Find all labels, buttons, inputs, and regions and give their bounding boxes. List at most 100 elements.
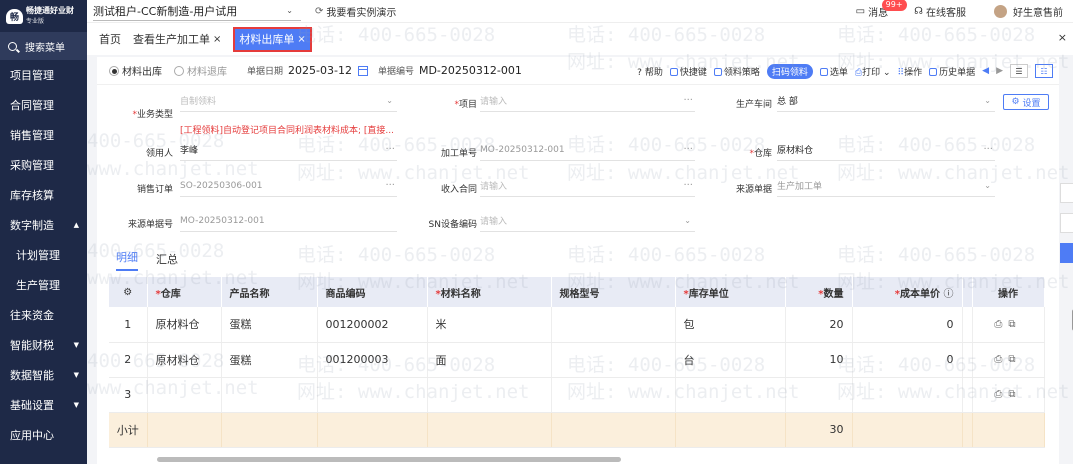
cell-warehouse[interactable]: 原材料仓 <box>147 307 222 343</box>
more-icon[interactable]: ··· <box>683 180 693 191</box>
side-note-icon[interactable] <box>1060 183 1073 203</box>
cell-spec[interactable] <box>551 342 676 378</box>
workshop-select[interactable]: 总 部 ⌄ <box>777 90 995 112</box>
prev-arrow-icon[interactable]: ◀ <box>982 66 989 76</box>
sales-order-input[interactable]: SO-20250306-001 ··· <box>180 175 397 197</box>
menu-search-button[interactable]: 搜索菜单 <box>0 32 87 60</box>
cell-product[interactable] <box>221 377 318 413</box>
strategy-button[interactable]: 领料策略 <box>713 65 760 78</box>
biz-type-select[interactable]: 自制领料 ⌄ <box>180 90 397 112</box>
tab-summary[interactable]: 汇总 <box>156 251 178 271</box>
column-settings-icon[interactable]: ⚙ <box>109 277 148 307</box>
radio-material-return[interactable]: 材料退库 <box>174 63 227 78</box>
source-no-input[interactable]: MO-20250312-001 <box>180 210 397 232</box>
brand-logo[interactable]: 畅 畅捷通好业财 专业版 <box>0 0 87 32</box>
tab-view-production-order[interactable]: 查看生产加工单 × <box>133 31 221 47</box>
cell-unit[interactable] <box>675 377 786 413</box>
radio-material-out[interactable]: 材料出库 <box>109 63 162 78</box>
table-row[interactable]: 2 原材料仓 蛋糕 001200003 面 台 10 0 ⎙⧉ <box>109 342 1045 378</box>
nav-item-sales[interactable]: 销售管理 <box>0 120 87 150</box>
row-actions[interactable]: ⎙⧉ <box>972 307 1045 343</box>
help-button[interactable]: ? 帮助 <box>637 65 663 78</box>
select-button[interactable]: 选单 <box>819 65 848 78</box>
date-value[interactable]: 2025-03-12 <box>288 64 352 77</box>
cell-product[interactable]: 蛋糕 <box>221 307 318 343</box>
project-input[interactable]: 请输入 ··· <box>480 90 695 112</box>
side-chart-icon[interactable] <box>1060 243 1073 263</box>
calendar-icon[interactable] <box>357 65 368 76</box>
cell-qty[interactable] <box>785 377 853 413</box>
online-service-button[interactable]: ☊ 在线客服 <box>914 4 966 19</box>
cell-product[interactable]: 蛋糕 <box>221 342 318 378</box>
subtotal-empty <box>427 412 552 448</box>
more-icon[interactable]: ··· <box>683 144 693 155</box>
nav-item-settings[interactable]: 基础设置 ▼ <box>0 390 87 420</box>
messages-button[interactable]: ▭ 消息 99+ <box>856 0 907 19</box>
row-actions[interactable]: ⎙⧉ <box>972 377 1045 413</box>
cell-warehouse[interactable]: 原材料仓 <box>147 342 222 378</box>
income-contract-input[interactable]: 请输入 ··· <box>480 175 695 197</box>
nav-item-production[interactable]: 生产管理 <box>0 270 87 300</box>
print-button[interactable]: ⎙打印 ⌄ <box>855 65 891 78</box>
source-doc-select[interactable]: 生产加工单 ⌄ <box>777 175 995 197</box>
demo-link[interactable]: ⟳ 我要看实例演示 <box>315 4 396 19</box>
cell-qty[interactable]: 10 <box>785 342 853 378</box>
cell-spec[interactable] <box>551 377 676 413</box>
settings-button[interactable]: ⚙ 设置 <box>1003 94 1049 110</box>
card-view-icon[interactable]: ☷ <box>1035 64 1053 78</box>
nav-item-manufacturing[interactable]: 数字制造 ▲ <box>0 210 87 240</box>
close-icon[interactable]: × <box>297 34 305 45</box>
scan-picking-button[interactable]: 扫码领料 <box>766 63 813 79</box>
table-row[interactable]: 3 ⎙⧉ <box>109 377 1045 413</box>
close-all-icon[interactable]: × <box>1058 31 1067 44</box>
nav-item-purchase[interactable]: 采购管理 <box>0 150 87 180</box>
horizontal-scrollbar[interactable] <box>157 457 621 462</box>
nav-item-planning[interactable]: 计划管理 <box>0 240 87 270</box>
history-button[interactable]: 历史单据 <box>929 65 975 78</box>
nav-item-contract[interactable]: 合同管理 <box>0 90 87 120</box>
cell-code[interactable] <box>317 377 428 413</box>
cell-cost[interactable]: 0 <box>852 307 963 343</box>
cell-code[interactable]: 001200002 <box>317 307 428 343</box>
row-actions[interactable]: ⎙⧉ <box>972 342 1045 378</box>
cell-unit[interactable]: 包 <box>675 307 786 343</box>
nav-item-funds[interactable]: 往来资金 <box>0 300 87 330</box>
picker-input[interactable]: 李峰 ··· <box>180 139 397 161</box>
cell-qty[interactable]: 20 <box>785 307 853 343</box>
cell-material[interactable]: 面 <box>427 342 552 378</box>
more-icon[interactable]: ··· <box>385 144 395 155</box>
code-value[interactable]: MD-20250312-001 <box>419 64 522 77</box>
tenant-select[interactable]: 测试租户-CC新制造-用户试用 ⌄ <box>93 1 301 21</box>
sn-code-select[interactable]: 请输入 ⌄ <box>480 210 695 232</box>
nav-item-apps[interactable]: 应用中心 <box>0 420 87 450</box>
list-view-icon[interactable]: ☰ <box>1010 64 1028 78</box>
tab-material-issue[interactable]: 材料出库单 × <box>233 26 312 52</box>
tab-home[interactable]: 首页 <box>99 31 121 47</box>
col-header-ops: 操作 <box>972 277 1045 307</box>
cell-spec[interactable] <box>551 307 676 343</box>
more-icon[interactable]: ··· <box>683 95 693 106</box>
more-icon[interactable]: ··· <box>385 180 395 191</box>
cell-warehouse[interactable] <box>147 377 222 413</box>
nav-item-data[interactable]: 数据智能 ▼ <box>0 360 87 390</box>
cell-material[interactable] <box>427 377 552 413</box>
cell-cost[interactable] <box>852 377 963 413</box>
side-attach-icon[interactable] <box>1060 213 1073 233</box>
tab-detail[interactable]: 明细 <box>116 249 138 271</box>
cell-material[interactable]: 米 <box>427 307 552 343</box>
nav-item-inventory[interactable]: 库存核算 <box>0 180 87 210</box>
cell-cost[interactable]: 0 <box>852 342 963 378</box>
nav-item-finance[interactable]: 智能财税 ▼ <box>0 330 87 360</box>
user-menu[interactable]: 好生意售前 <box>994 4 1063 19</box>
order-no-input[interactable]: MO-20250312-001 ··· <box>480 139 695 161</box>
warehouse-input[interactable]: 原材料仓 ··· <box>777 139 995 161</box>
shortcut-button[interactable]: 快捷键 <box>669 65 707 78</box>
close-icon[interactable]: × <box>213 34 221 45</box>
cell-unit[interactable]: 台 <box>675 342 786 378</box>
nav-item-project[interactable]: 项目管理 <box>0 60 87 90</box>
more-icon[interactable]: ··· <box>983 144 993 155</box>
cell-code[interactable]: 001200003 <box>317 342 428 378</box>
table-row[interactable]: 1 原材料仓 蛋糕 001200002 米 包 20 0 ⎙⧉ <box>109 307 1045 343</box>
next-arrow-icon[interactable]: ▶ <box>996 66 1003 76</box>
operations-button[interactable]: ⠿操作 <box>898 65 923 78</box>
